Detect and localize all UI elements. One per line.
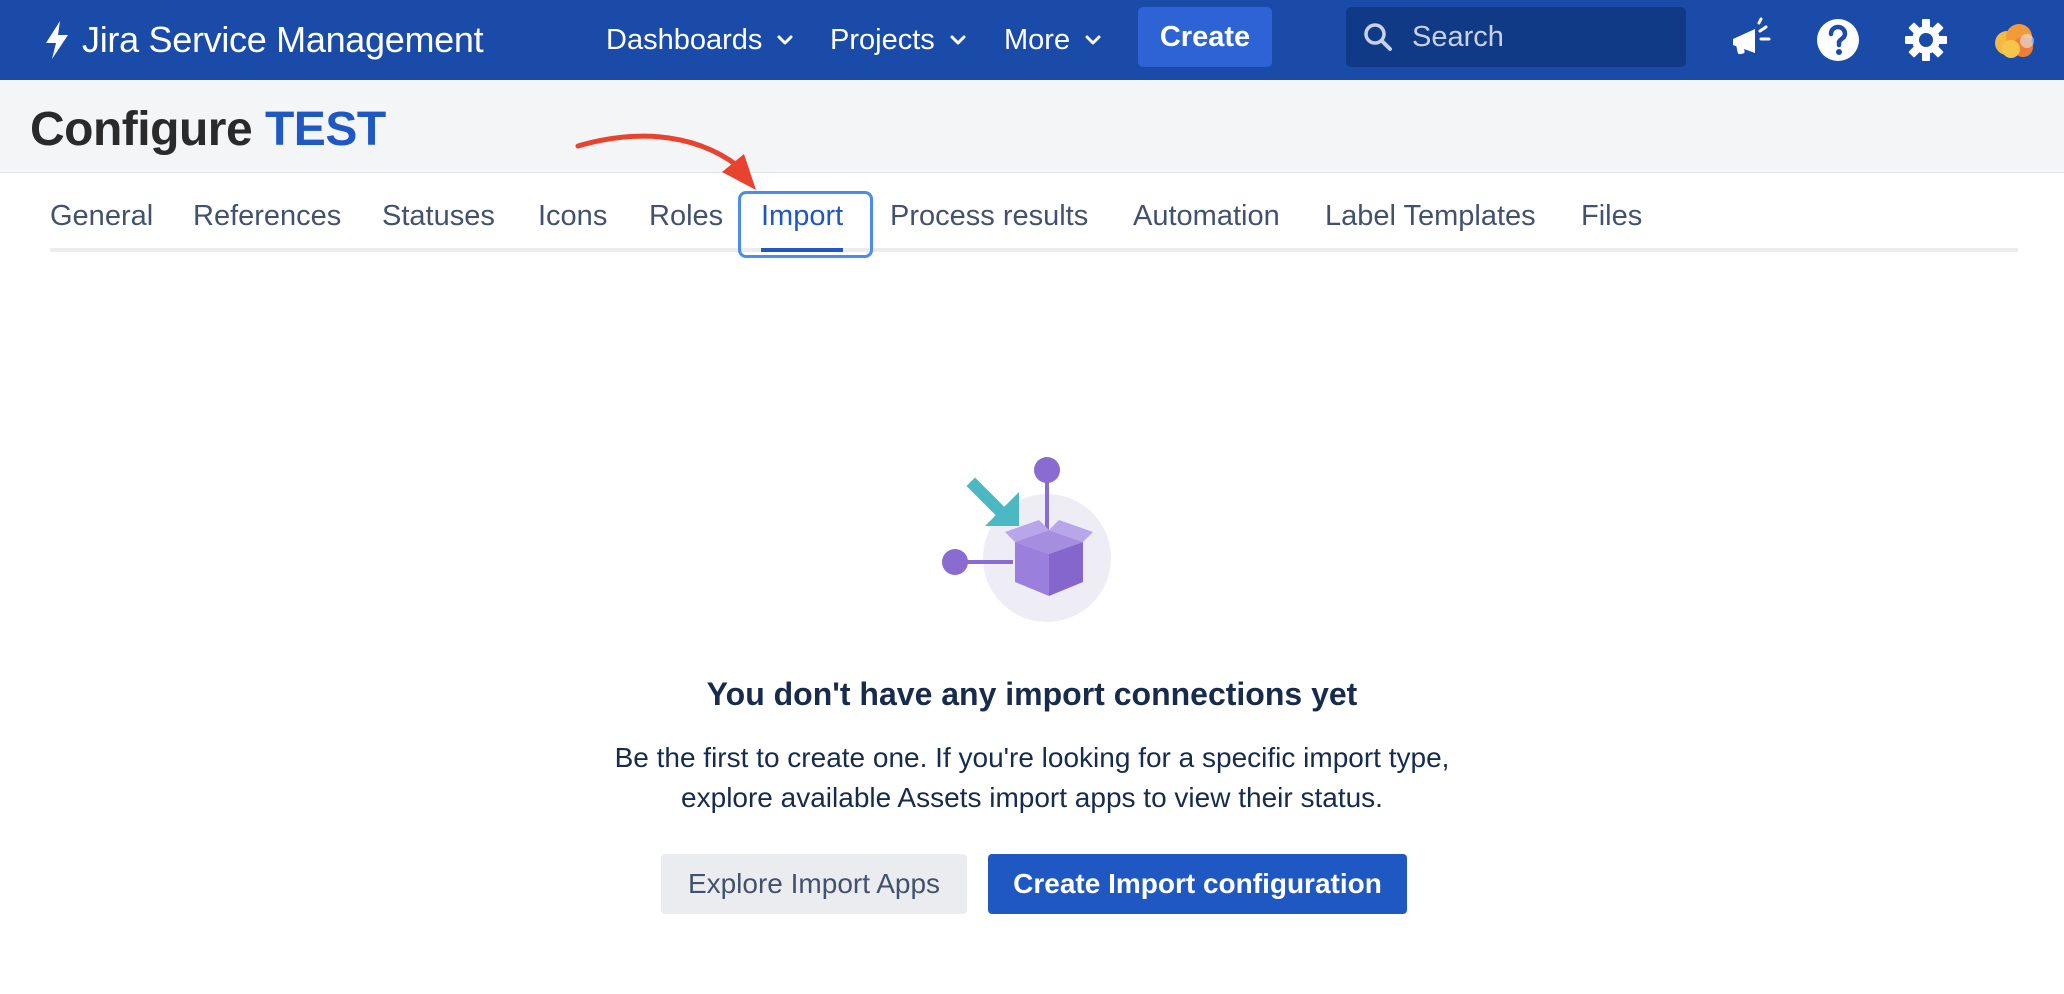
chevron-down-icon <box>1085 35 1101 45</box>
page-title: Configure TEST <box>30 102 386 157</box>
tab-references[interactable]: References <box>193 200 341 248</box>
chevron-down-icon <box>950 35 966 45</box>
gear-icon <box>1905 19 1947 61</box>
project-key[interactable]: TEST <box>265 103 386 156</box>
nav-dashboards-label: Dashboards <box>606 23 763 56</box>
nav-projects[interactable]: Projects <box>830 14 967 66</box>
nav-more-label: More <box>1004 23 1071 56</box>
lightning-bolt-icon <box>46 21 68 59</box>
empty-state-description-line1: Be the first to create one. If you're lo… <box>614 742 1450 773</box>
tab-statuses[interactable]: Statuses <box>382 200 495 248</box>
search-box[interactable] <box>1346 7 1686 67</box>
tab-label-templates[interactable]: Label Templates <box>1325 200 1536 248</box>
app-logo[interactable]: Jira Service Management <box>40 14 484 66</box>
search-icon <box>1364 23 1392 51</box>
import-box-illustration-icon <box>942 457 1111 622</box>
explore-import-apps-button[interactable]: Explore Import Apps <box>661 854 967 914</box>
create-import-configuration-button[interactable]: Create Import configuration <box>988 854 1407 914</box>
top-navigation-bar: Jira Service Management Dashboards Proje… <box>0 0 2064 80</box>
create-button[interactable]: Create <box>1138 7 1272 67</box>
help-button[interactable] <box>1812 14 1864 66</box>
tab-automation[interactable]: Automation <box>1133 200 1280 248</box>
tab-icons[interactable]: Icons <box>538 200 607 248</box>
nav-more[interactable]: More <box>1004 14 1102 66</box>
tab-general[interactable]: General <box>50 200 153 248</box>
empty-state-title: You don't have any import connections ye… <box>706 676 1358 712</box>
notifications-button[interactable] <box>1724 14 1776 66</box>
page-header: Configure TEST <box>0 80 2064 173</box>
tab-roles[interactable]: Roles <box>649 200 723 248</box>
settings-button[interactable] <box>1900 14 1952 66</box>
tab-import[interactable]: Import <box>761 200 844 252</box>
page-title-prefix: Configure <box>30 103 253 156</box>
tab-files[interactable]: Files <box>1581 200 1642 248</box>
empty-state-description: Be the first to create one. If you're lo… <box>532 738 1532 818</box>
tab-process-results[interactable]: Process results <box>890 200 1088 248</box>
help-icon <box>1817 19 1859 61</box>
empty-state-description-line2: explore available Assets import apps to … <box>681 782 1383 813</box>
nav-dashboards[interactable]: Dashboards <box>606 14 794 66</box>
chevron-down-icon <box>777 35 793 45</box>
app-name: Jira Service Management <box>82 19 484 60</box>
profile-button[interactable] <box>1988 14 2040 66</box>
configure-tabs: General References Statuses Icons Roles … <box>50 200 2018 252</box>
search-input[interactable] <box>1412 20 1662 54</box>
megaphone-icon <box>1733 17 1771 55</box>
nav-projects-label: Projects <box>830 23 935 56</box>
avatar-icon <box>1995 24 2034 58</box>
